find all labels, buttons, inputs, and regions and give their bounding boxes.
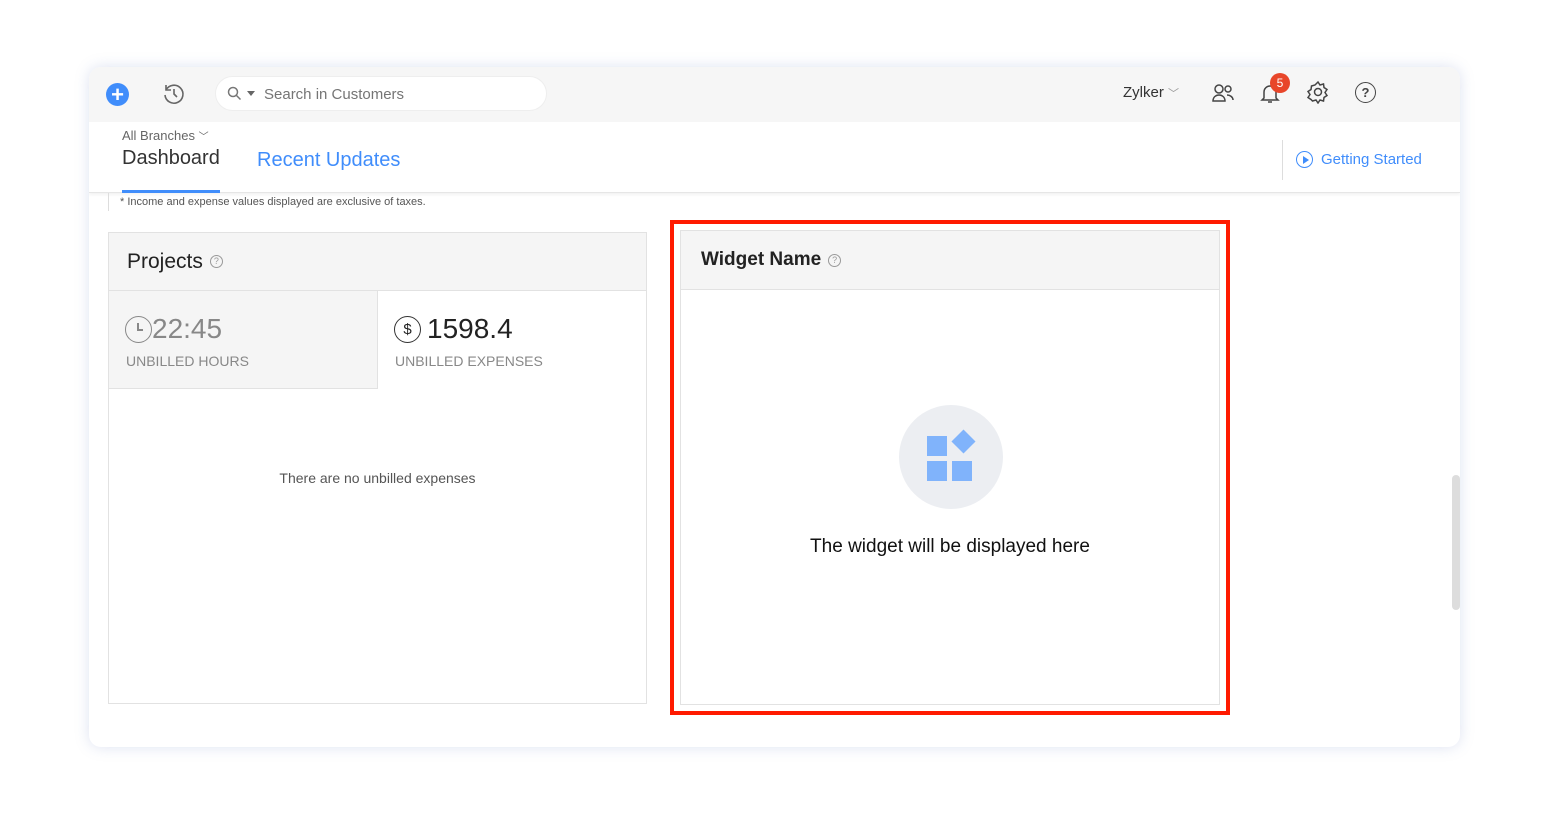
notification-badge: 5 — [1270, 73, 1290, 93]
hours-label: UNBILLED HOURS — [126, 353, 249, 369]
history-icon[interactable] — [162, 82, 186, 111]
unbilled-hours-stat[interactable]: 22:45 UNBILLED HOURS — [109, 291, 378, 389]
help-icon[interactable]: ? — [1355, 82, 1376, 103]
expenses-label: UNBILLED EXPENSES — [395, 353, 543, 369]
divider — [108, 193, 109, 211]
play-icon — [1296, 151, 1313, 168]
search-icon — [227, 86, 242, 106]
hours-value: 22:45 — [152, 313, 223, 344]
branch-label: All Branches — [122, 128, 195, 143]
custom-widget: Widget Name? The widget will be displaye… — [680, 230, 1220, 705]
chevron-down-icon: ﹀ — [198, 132, 209, 143]
chevron-down-icon: ﹀ — [1168, 88, 1180, 100]
unbilled-expenses-stat[interactable]: $ 1598.4 UNBILLED EXPENSES — [378, 291, 646, 389]
search-scope-dropdown-icon[interactable] — [247, 91, 255, 96]
help-icon[interactable]: ? — [209, 255, 223, 268]
widget-header: Widget Name? — [681, 231, 1219, 290]
new-plus-icon[interactable]: + — [106, 83, 129, 106]
widget-title: Widget Name — [701, 249, 822, 270]
empty-message: There are no unbilled expenses — [279, 470, 476, 486]
scrollbar-thumb[interactable] — [1452, 475, 1460, 610]
projects-title: Projects — [127, 249, 203, 273]
projects-widget: Projects? 22:45 UNBILLED HOURS $ 1598.4 … — [108, 232, 647, 704]
widget-placeholder-text: The widget will be displayed here — [810, 536, 1090, 557]
org-switcher[interactable]: Zylker ﹀ — [1123, 84, 1179, 101]
branch-selector[interactable]: All Branches ﹀ — [122, 128, 209, 143]
widget-placeholder-icon — [899, 405, 1003, 509]
search-bar[interactable] — [215, 76, 547, 111]
users-icon[interactable] — [1211, 81, 1235, 110]
getting-started-label: Getting Started — [1321, 151, 1422, 168]
divider — [1282, 140, 1283, 180]
dollar-icon: $ — [394, 315, 421, 343]
org-name: Zylker — [1123, 84, 1164, 101]
expenses-value: 1598.4 — [427, 313, 513, 344]
settings-gear-icon[interactable] — [1306, 80, 1330, 109]
top-bar: + Zylker ﹀ 5 ? — [89, 67, 1460, 122]
help-icon[interactable]: ? — [828, 253, 842, 267]
search-input[interactable] — [264, 84, 534, 104]
clock-icon — [125, 315, 152, 343]
nav-tabs: All Branches ﹀ Dashboard Recent Updates … — [89, 122, 1460, 193]
tab-recent-updates[interactable]: Recent Updates — [257, 149, 400, 172]
projects-header: Projects? — [109, 233, 646, 291]
tax-note: * Income and expense values displayed ar… — [120, 196, 426, 208]
getting-started-link[interactable]: Getting Started — [1296, 151, 1422, 168]
tab-dashboard[interactable]: Dashboard — [122, 147, 220, 193]
